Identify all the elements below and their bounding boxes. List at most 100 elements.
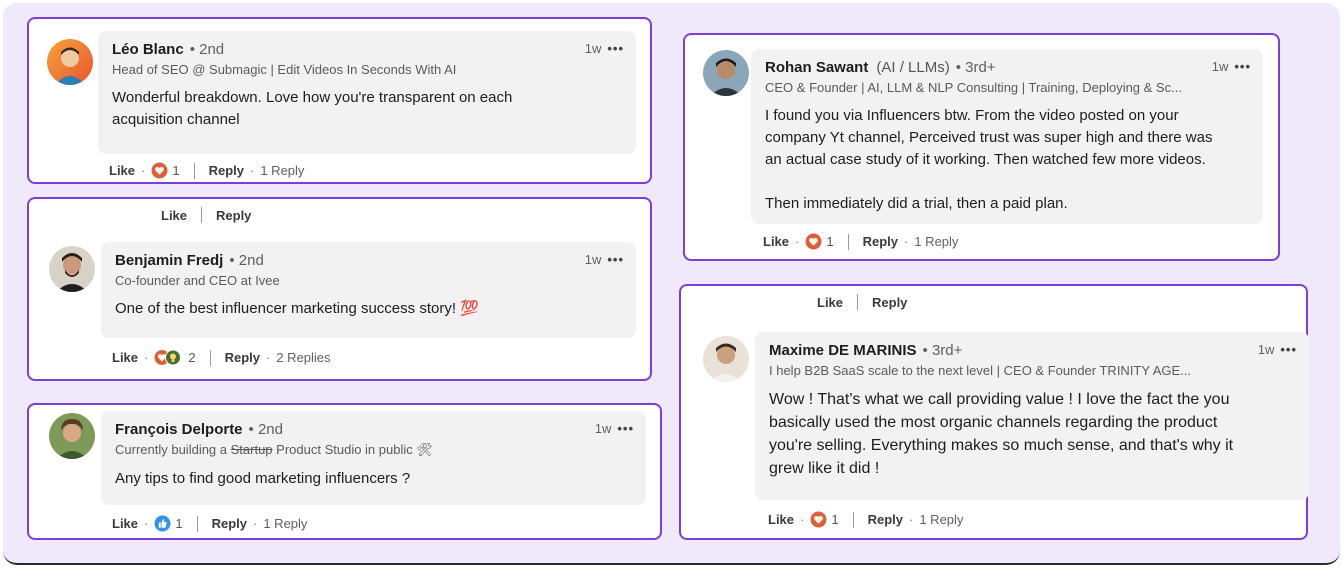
comment-actions: Like · 1 Reply · 1 Reply xyxy=(112,515,307,532)
divider xyxy=(201,207,203,223)
reply-button[interactable]: Reply xyxy=(209,163,244,178)
like-button[interactable]: Like xyxy=(109,163,135,178)
reaction-count[interactable]: 1 xyxy=(831,512,838,527)
author-name[interactable]: Benjamin Fredj xyxy=(115,252,223,269)
headline-text: Product Studio in public 🛠 xyxy=(272,442,433,457)
like-button[interactable]: Like xyxy=(768,512,794,527)
more-options-icon[interactable]: ••• xyxy=(1280,342,1297,357)
divider xyxy=(852,511,854,528)
more-options-icon[interactable]: ••• xyxy=(1234,59,1251,74)
reply-button[interactable]: Reply xyxy=(868,512,903,527)
author-headline: Co-founder and CEO at Ivee xyxy=(115,273,280,288)
reply-button[interactable]: Reply xyxy=(212,516,247,531)
comment-actions: Like · 1 Reply · 1 Reply xyxy=(763,233,958,250)
connection-degree: • 3rd+ xyxy=(922,342,963,359)
parent-reply-button[interactable]: Reply xyxy=(872,295,907,310)
comment-actions: Like · 1 Reply · 1 Reply xyxy=(768,511,963,528)
like-button[interactable]: Like xyxy=(763,234,789,249)
separator-dot: · xyxy=(795,234,800,249)
separator-dot: · xyxy=(253,516,258,531)
timestamp: 1w xyxy=(594,421,612,436)
parent-like-button[interactable]: Like xyxy=(817,295,843,310)
reaction-count[interactable]: 1 xyxy=(172,163,179,178)
timestamp: 1w xyxy=(1211,59,1229,74)
avatar[interactable] xyxy=(703,50,749,96)
comment-text: One of the best influencer marketing suc… xyxy=(115,300,479,317)
reply-button[interactable]: Reply xyxy=(225,350,260,365)
parent-like-button[interactable]: Like xyxy=(161,208,187,223)
heart-reaction-icon[interactable] xyxy=(151,162,168,179)
comment-meta: 1w ••• xyxy=(1212,59,1251,74)
comment-text: Wonderful breakdown. Love how you're tra… xyxy=(112,89,513,128)
comment-meta: 1w ••• xyxy=(585,252,624,267)
reaction-count[interactable]: 1 xyxy=(826,234,833,249)
avatar[interactable] xyxy=(49,413,95,459)
separator-dot: · xyxy=(144,516,149,531)
comment-meta: 1w ••• xyxy=(1258,342,1297,357)
avatar[interactable] xyxy=(47,39,93,85)
comment-text: Wow ! That's what we call providing valu… xyxy=(769,391,1234,477)
comment-meta: 1w ••• xyxy=(595,421,634,436)
author-headline: CEO & Founder | AI, LLM & NLP Consulting… xyxy=(765,80,1182,95)
headline-strikethrough: Startup xyxy=(230,442,273,457)
divider xyxy=(857,294,859,310)
separator-dot: · xyxy=(909,512,914,527)
heart-and-insightful-reaction-icon[interactable] xyxy=(154,349,184,366)
connection-degree: • 2nd xyxy=(189,41,225,58)
parent-reply-button[interactable]: Reply xyxy=(216,208,251,223)
comment-text: Any tips to find good marketing influenc… xyxy=(115,470,411,487)
comments-canvas: Léo Blanc • 2nd Head of SEO @ Submagic |… xyxy=(3,3,1340,565)
comment-bubble: Rohan Sawant (AI / LLMs) • 3rd+ CEO & Fo… xyxy=(751,49,1263,224)
author-name[interactable]: Léo Blanc xyxy=(112,41,184,58)
comment-bubble: François Delporte • 2nd Currently buildi… xyxy=(101,411,646,505)
reaction-count[interactable]: 2 xyxy=(188,350,195,365)
divider xyxy=(193,162,195,179)
comment-card-rohan-sawant: Rohan Sawant (AI / LLMs) • 3rd+ CEO & Fo… xyxy=(683,33,1280,261)
author-name[interactable]: Rohan Sawant xyxy=(765,59,868,76)
replies-count-link[interactable]: 2 Replies xyxy=(276,350,330,365)
separator-dot: · xyxy=(141,163,146,178)
reply-button[interactable]: Reply xyxy=(863,234,898,249)
avatar[interactable] xyxy=(49,246,95,292)
comment-text: I found you via Influencers btw. From th… xyxy=(765,107,1213,212)
replies-count-link[interactable]: 1 Reply xyxy=(914,234,958,249)
author-headline: Head of SEO @ Submagic | Edit Videos In … xyxy=(112,62,457,77)
author-name[interactable]: Maxime DE MARINIS xyxy=(769,342,917,359)
thumbs-up-reaction-icon[interactable] xyxy=(154,515,171,532)
more-options-icon[interactable]: ••• xyxy=(607,252,624,267)
timestamp: 1w xyxy=(584,41,602,56)
connection-degree: • 3rd+ xyxy=(955,59,996,76)
timestamp: 1w xyxy=(1257,342,1275,357)
comment-card-francois-delporte: François Delporte • 2nd Currently buildi… xyxy=(27,403,662,540)
replies-count-link[interactable]: 1 Reply xyxy=(263,516,307,531)
divider xyxy=(847,233,849,250)
avatar[interactable] xyxy=(703,336,749,382)
author-headline: I help B2B SaaS scale to the next level … xyxy=(769,363,1191,378)
heart-reaction-icon[interactable] xyxy=(810,511,827,528)
separator-dot: · xyxy=(250,163,255,178)
headline-text: Currently building a xyxy=(115,442,231,457)
comment-card-leo-blanc: Léo Blanc • 2nd Head of SEO @ Submagic |… xyxy=(27,17,652,184)
timestamp: 1w xyxy=(584,252,602,267)
comment-bubble: Benjamin Fredj • 2nd Co-founder and CEO … xyxy=(101,242,636,338)
heart-reaction-icon[interactable] xyxy=(805,233,822,250)
comment-card-maxime-de-marinis: Like Reply Maxime DE MARINIS • 3rd+ I he… xyxy=(679,284,1309,540)
more-options-icon[interactable]: ••• xyxy=(607,41,624,56)
divider xyxy=(196,515,198,532)
comment-actions: Like · 1 Reply · 1 Reply xyxy=(109,162,304,179)
author-headline: Currently building a Startup Product Stu… xyxy=(115,442,632,458)
connection-degree: • 2nd xyxy=(229,252,264,269)
comment-meta: 1w ••• xyxy=(585,41,624,56)
reaction-count[interactable]: 1 xyxy=(175,516,182,531)
like-button[interactable]: Like xyxy=(112,516,138,531)
replies-count-link[interactable]: 1 Reply xyxy=(260,163,304,178)
comment-actions: Like · 2 Reply · 2 Replies xyxy=(112,349,331,366)
parent-comment-actions: Like Reply xyxy=(161,207,251,223)
comment-bubble: Léo Blanc • 2nd Head of SEO @ Submagic |… xyxy=(98,31,636,154)
connection-degree: • 2nd xyxy=(248,421,283,438)
like-button[interactable]: Like xyxy=(112,350,138,365)
replies-count-link[interactable]: 1 Reply xyxy=(919,512,963,527)
more-options-icon[interactable]: ••• xyxy=(617,421,634,436)
separator-dot: · xyxy=(904,234,909,249)
author-name[interactable]: François Delporte xyxy=(115,421,243,438)
